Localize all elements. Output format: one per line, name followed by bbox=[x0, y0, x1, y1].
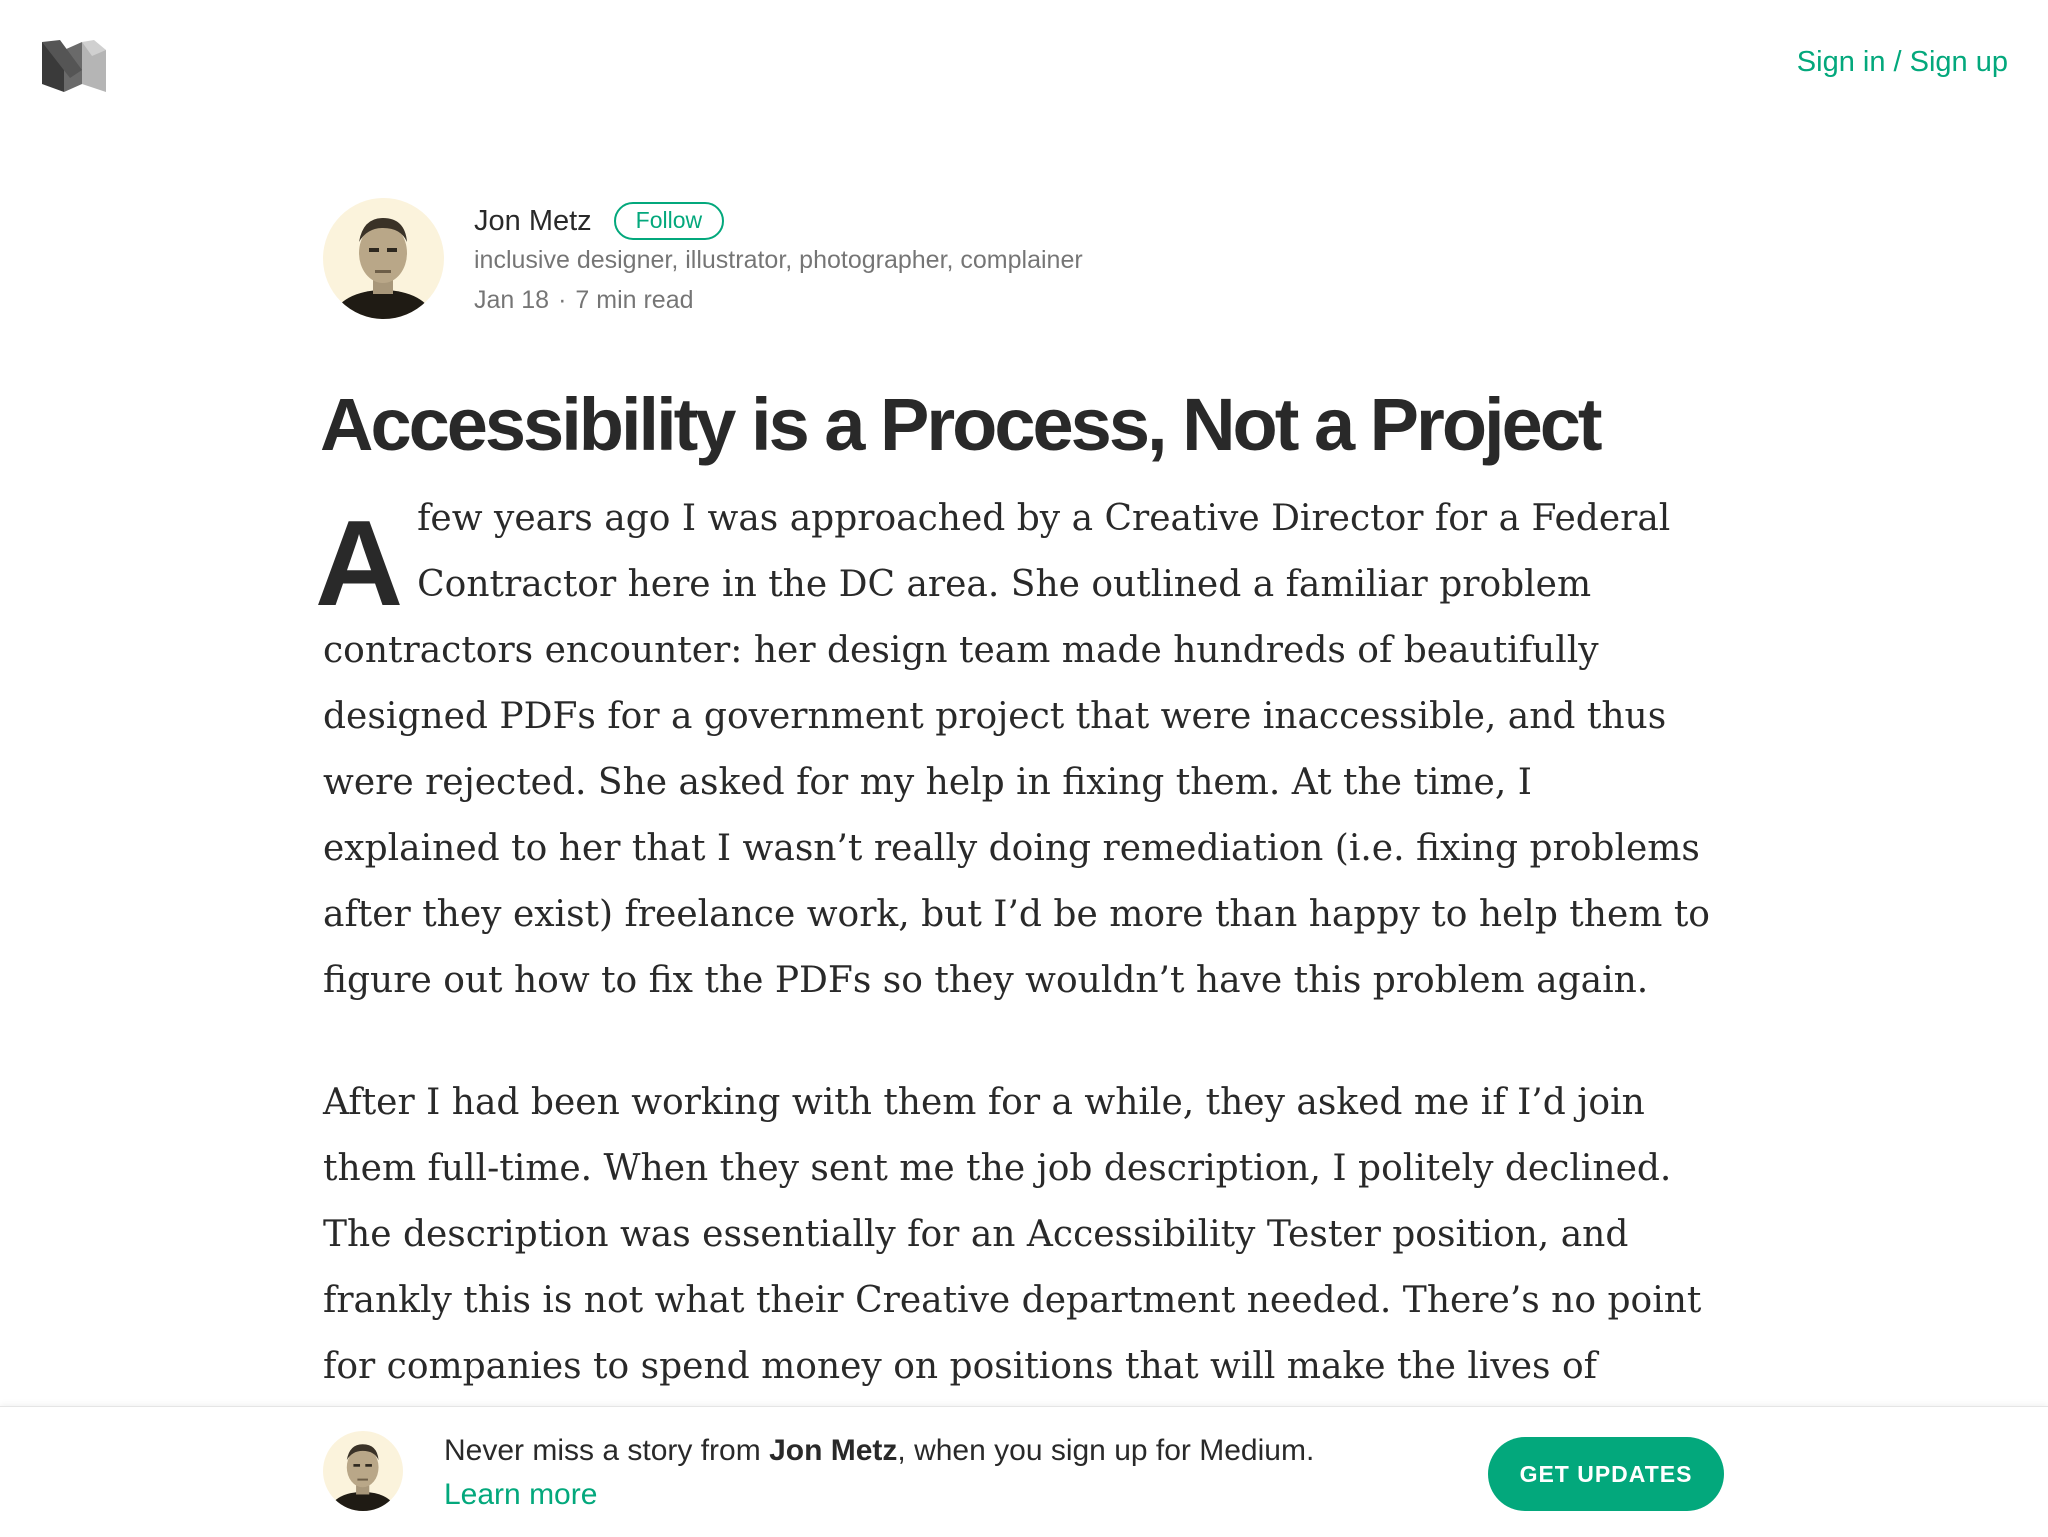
signup-bottom-bar: Never miss a story from Jon Metz, when y… bbox=[0, 1406, 2048, 1537]
read-time: 7 min read bbox=[575, 286, 694, 314]
signup-prompt: Never miss a story from Jon Metz, when y… bbox=[444, 1429, 1344, 1517]
article-title: Accessibility is a Process, Not a Projec… bbox=[320, 383, 1603, 466]
author-avatar[interactable] bbox=[323, 198, 444, 319]
medium-logo-icon[interactable] bbox=[42, 40, 106, 92]
follow-button[interactable]: Follow bbox=[613, 202, 725, 240]
post-date[interactable]: Jan 18 bbox=[474, 286, 549, 314]
learn-more-link[interactable]: Learn more bbox=[444, 1478, 597, 1511]
paragraph-2: After I had been working with them for a… bbox=[323, 1082, 1702, 1387]
signup-prompt-author: Jon Metz bbox=[769, 1434, 898, 1467]
author-avatar-small[interactable] bbox=[323, 1431, 403, 1511]
paragraph-1: Afew years ago I was approached by a Cre… bbox=[315, 486, 1718, 1014]
drop-cap: A bbox=[315, 495, 404, 631]
author-bio: inclusive designer, illustrator, photogr… bbox=[474, 246, 1083, 274]
author-meta: Jon Metz Follow inclusive designer, illu… bbox=[474, 200, 1274, 315]
article-body: Afew years ago I was approached by a Cre… bbox=[315, 486, 1718, 1456]
signup-prompt-tail: , when you sign up for Medium. bbox=[897, 1434, 1315, 1467]
signup-prompt-lead: Never miss a story from bbox=[444, 1434, 770, 1467]
paragraph-1-text: few years ago I was approached by a Crea… bbox=[323, 498, 1710, 1001]
get-updates-button[interactable]: GET UPDATES bbox=[1488, 1437, 1724, 1511]
post-meta: Jan 18 · 7 min read bbox=[474, 286, 1274, 315]
meta-separator: · bbox=[558, 286, 567, 314]
sign-in-sign-up-link[interactable]: Sign in / Sign up bbox=[1797, 46, 2008, 79]
author-name[interactable]: Jon Metz bbox=[474, 205, 592, 238]
